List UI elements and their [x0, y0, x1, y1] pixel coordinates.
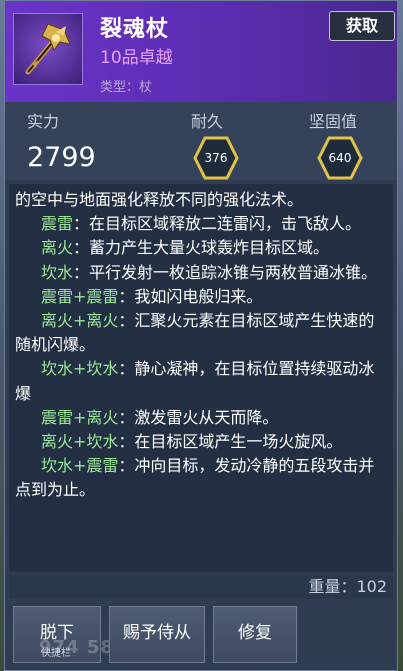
skill-combo-name: 坎水 — [41, 262, 74, 282]
description-line: 离火：蓄力产生大量火球轰炸目标区域。 — [15, 236, 379, 260]
description-line: 坎水：平行发射一枚追踪冰锥与两枚普通冰锥。 — [15, 261, 379, 285]
skill-combo-text: ：激发雷火从天而降。 — [118, 407, 279, 427]
power-value: 2799 — [27, 142, 96, 173]
skill-combo-name: 震雷 — [41, 214, 74, 234]
solidity-hexagon: 640 — [317, 136, 363, 180]
skill-combo-name: 离火+坎水 — [41, 432, 119, 452]
item-detail-panel: 裂魂杖 10品卓越 类型：杖 获取 实力 2799 耐久 376 坚固值 640… — [4, 0, 398, 671]
item-type: 类型：杖 — [100, 80, 153, 95]
description-line: 坎水+震雷：冲向目标，发动冷静的五段攻击并点到为止。 — [15, 454, 379, 502]
skill-combo-name: 坎水+坎水 — [41, 359, 119, 379]
skill-combo-name: 震雷+震雷 — [41, 286, 119, 306]
solidity-label: 坚固值 — [309, 112, 358, 131]
gift-to-servant-button[interactable]: 赐予侍从 — [109, 606, 205, 663]
skill-combo-text: ：在目标区域产生一场火旋风。 — [118, 432, 343, 452]
power-label: 实力 — [27, 112, 60, 131]
durability-value: 376 — [204, 151, 228, 165]
weight-bar: 重量：102 — [9, 575, 393, 599]
skill-combo-name: 离火 — [41, 238, 74, 258]
skill-combo-text: ：在目标区域释放二连雷闪，击飞敌人。 — [73, 214, 362, 234]
item-header: 裂魂杖 10品卓越 类型：杖 获取 — [5, 1, 397, 102]
staff-icon — [13, 13, 83, 85]
weight-label: 重量：102 — [308, 577, 387, 596]
skill-combo-name: 离火+离火 — [41, 311, 119, 331]
skill-description[interactable]: 的空中与地面强化释放不同的强化法术。 震雷：在目标区域释放二连雷闪，击飞敌人。 离火… — [9, 184, 393, 572]
skill-combo-text: ：我如闪电般归来。 — [118, 286, 263, 306]
description-line: 震雷+震雷：我如闪电般归来。 — [15, 285, 379, 309]
skill-combo-name: 坎水+震雷 — [41, 456, 119, 476]
item-name: 裂魂杖 — [100, 17, 170, 42]
description-line: 的空中与地面强化释放不同的强化法术。 — [15, 188, 379, 212]
description-line: 震雷+离火：激发雷火从天而降。 — [15, 406, 379, 430]
description-line: 离火+离火：汇聚火元素在目标区域产生快速的随机闪爆。 — [15, 309, 379, 357]
item-grade: 10品卓越 — [100, 48, 173, 68]
repair-button[interactable]: 修复 — [213, 606, 297, 663]
skill-combo-text: ：平行发射一枚追踪冰锥与两枚普通冰锥。 — [73, 262, 378, 282]
skill-combo-text: ：蓄力产生大量火球轰炸目标区域。 — [73, 238, 330, 258]
description-line: 坎水+坎水：静心凝神，在目标位置持续驱动冰爆 — [15, 357, 379, 405]
stats-row: 实力 2799 耐久 376 坚固值 640 — [5, 102, 397, 180]
acquire-button[interactable]: 获取 — [329, 11, 395, 41]
description-line: 离火+坎水：在目标区域产生一场火旋风。 — [15, 430, 379, 454]
solidity-value: 640 — [328, 151, 352, 165]
skill-combo-name: 震雷+离火 — [41, 407, 119, 427]
durability-hexagon: 376 — [193, 136, 239, 180]
skill-combo-text: 的空中与地面强化释放不同的强化法术。 — [15, 190, 304, 209]
durability-label: 耐久 — [191, 112, 224, 131]
description-line: 震雷：在目标区域释放二连雷闪，击飞敌人。 — [15, 212, 379, 236]
